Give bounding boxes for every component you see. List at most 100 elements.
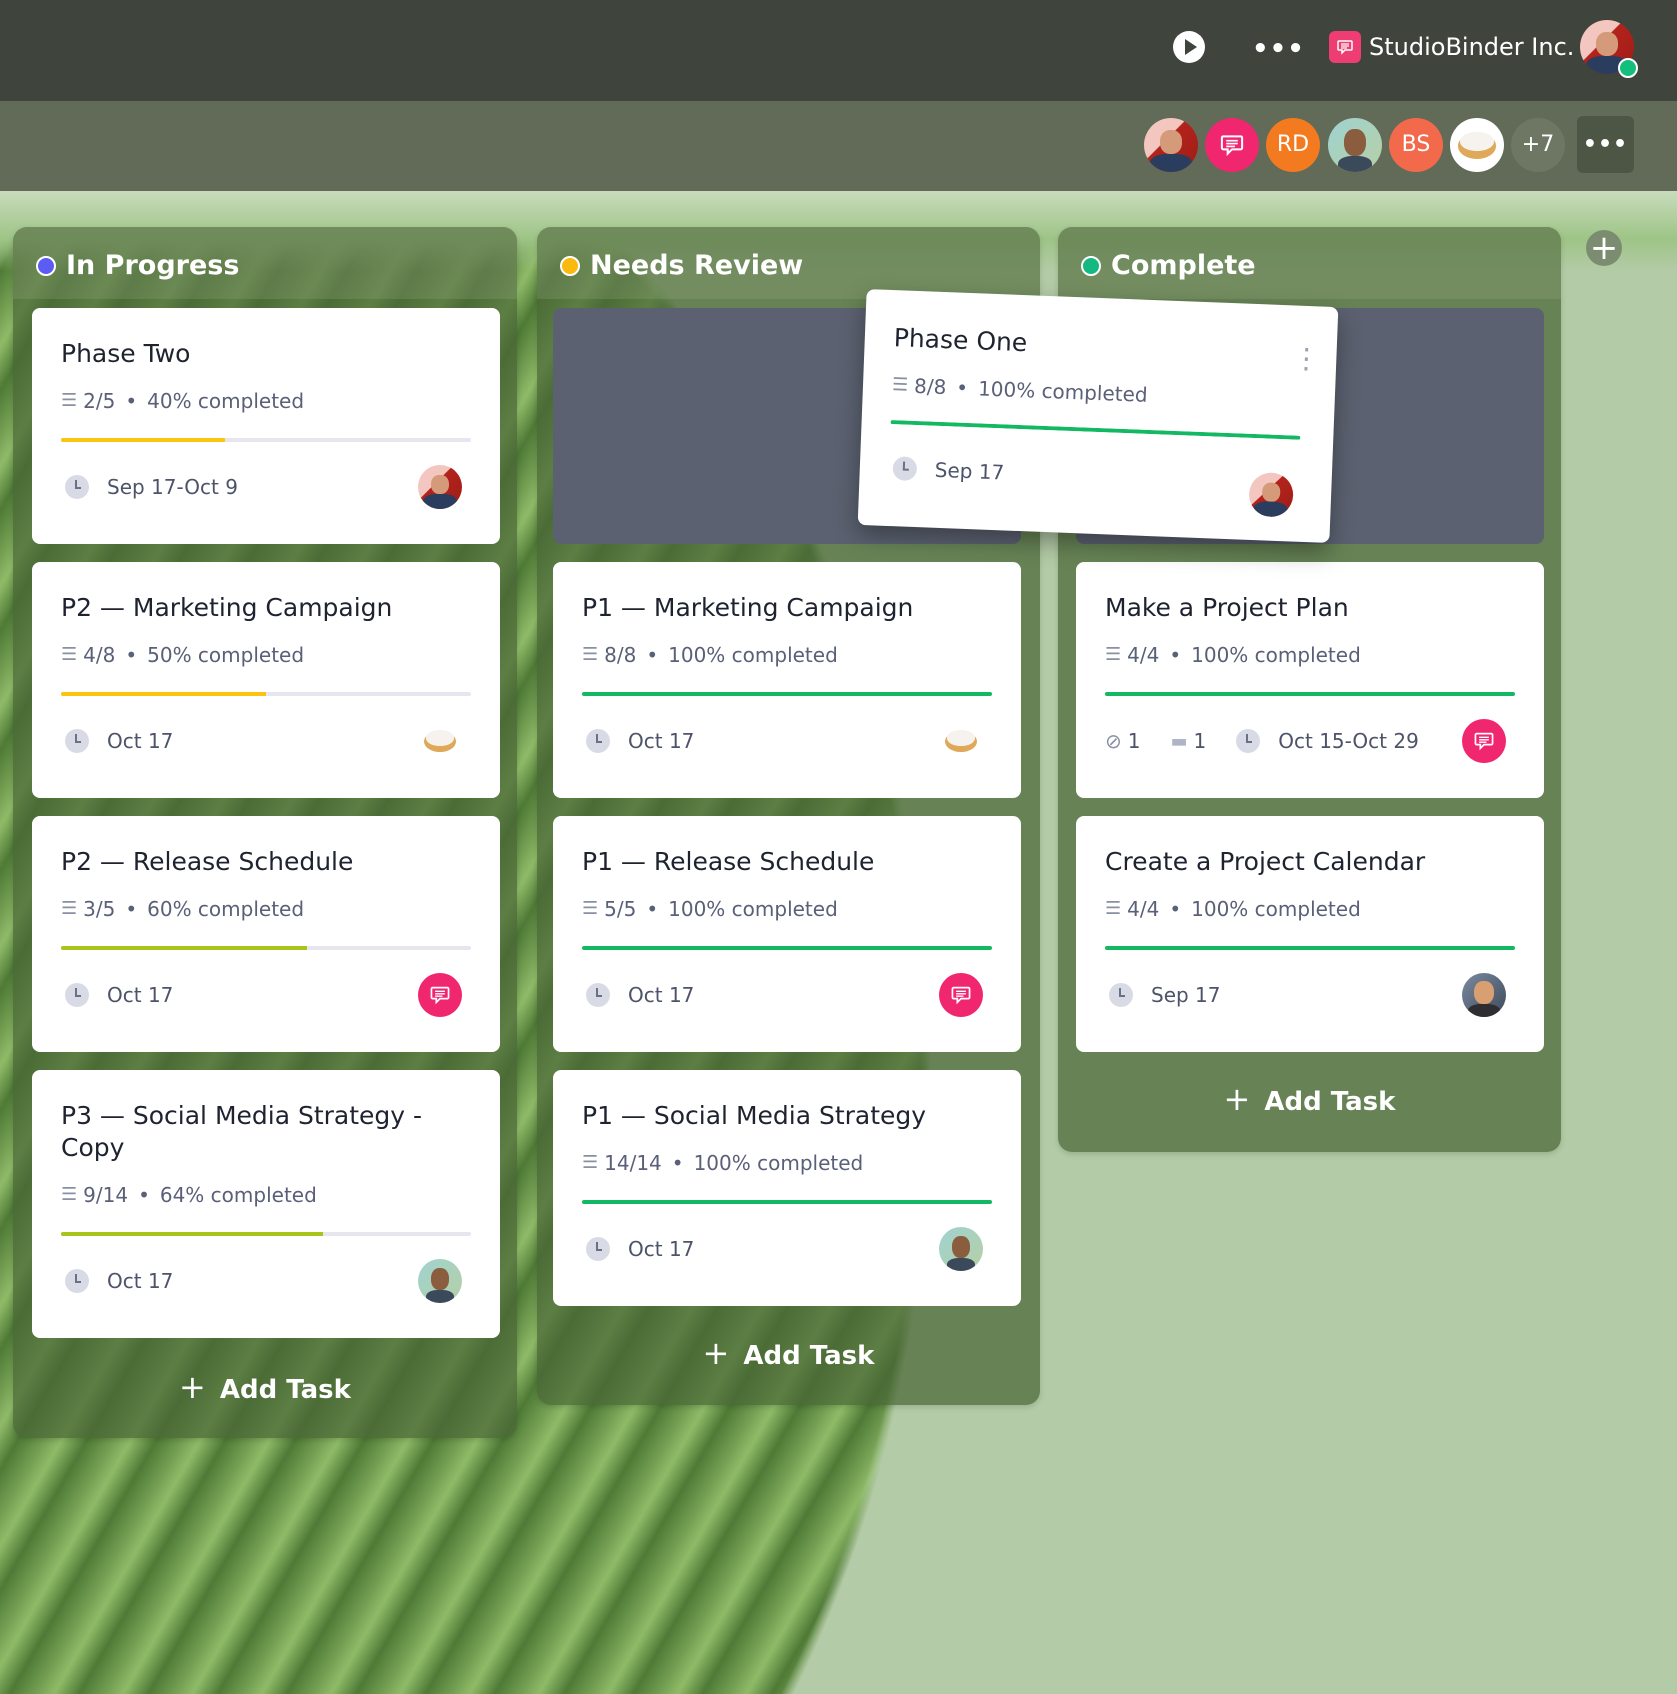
collaborators-more-button[interactable]: ••• (1577, 116, 1634, 173)
collaborator-avatar[interactable] (1144, 118, 1198, 172)
checklist-count: 2/5 (83, 389, 116, 413)
chat-bubble-icon (1337, 40, 1353, 55)
task-footer: Oct 17 (61, 1259, 471, 1303)
clock-icon (65, 1269, 89, 1293)
due-date: Oct 17 (107, 1269, 174, 1293)
checklist-count: 3/5 (83, 897, 116, 921)
clock-icon (1236, 729, 1261, 753)
due-date: Oct 17 (628, 1237, 695, 1261)
checklist-count: 4/4 (1127, 897, 1160, 921)
column-header[interactable]: Complete (1058, 227, 1561, 299)
task-footer: Oct 17 (582, 1227, 992, 1271)
plus-icon: + (179, 1368, 206, 1406)
more-menu-button[interactable]: ••• (1252, 36, 1305, 62)
task-progress-summary: ☰ 3/5 • 60% completed (61, 896, 304, 922)
top-bar: ••• StudioBinder Inc. (0, 0, 1677, 101)
progress-fill (61, 438, 225, 442)
paperclip-icon: ⊘ (1105, 729, 1122, 753)
task-title: P1 — Social Media Strategy (582, 1101, 927, 1130)
play-circle-icon[interactable] (1173, 31, 1205, 63)
add-task-button[interactable]: + Add Task (537, 1336, 1040, 1373)
assignee-avatar[interactable] (418, 465, 462, 509)
task-card[interactable]: P1 — Release Schedule ☰ 5/5 • 100% compl… (553, 816, 1021, 1052)
progress-fill (582, 946, 992, 950)
assignee-avatar[interactable] (418, 973, 462, 1017)
due-date: Oct 17 (107, 983, 174, 1007)
comment-count: 1 (1193, 729, 1207, 753)
checklist-icon: ☰ (61, 644, 78, 665)
checklist-count: 14/14 (604, 1151, 662, 1175)
checklist-count: 4/8 (83, 643, 116, 667)
task-card[interactable]: P1 — Marketing Campaign ☰ 8/8 • 100% com… (553, 562, 1021, 798)
assignee-avatar[interactable] (1462, 973, 1506, 1017)
due-date: Sep 17-Oct 9 (107, 475, 238, 499)
due-date: Oct 17 (628, 729, 695, 753)
collaborator-avatar[interactable]: BS (1389, 118, 1443, 172)
due-date: Sep 17 (1151, 983, 1221, 1007)
task-title: P2 — Marketing Campaign (61, 593, 393, 622)
column-header[interactable]: In Progress (13, 227, 517, 299)
task-footer: Oct 17 (61, 973, 471, 1017)
add-task-label: Add Task (743, 1341, 875, 1371)
separator: • (955, 375, 969, 400)
task-progress-summary: ☰ 8/8 • 100% completed (892, 372, 1149, 408)
task-footer: ⊘ 1 ▬ 1 Oct 15-Oct 29 (1105, 719, 1515, 763)
collaborator-avatar[interactable] (1328, 118, 1382, 172)
progress-fill (1105, 946, 1515, 950)
kebab-menu-icon[interactable]: ⋮ (1292, 341, 1321, 375)
checklist-icon: ☰ (61, 1184, 78, 1205)
progress-bar (1105, 692, 1515, 696)
assignee-avatar[interactable] (939, 973, 983, 1017)
assignee-avatar[interactable] (939, 719, 983, 763)
checklist-icon: ☰ (582, 1152, 599, 1173)
separator: • (1169, 897, 1182, 921)
task-card[interactable]: Phase Two ☰ 2/5 • 40% completed Sep 17-O… (32, 308, 500, 544)
task-footer: Sep 17 (888, 446, 1303, 506)
add-column-button[interactable]: + (1586, 230, 1622, 266)
collaborator-avatar[interactable]: RD (1266, 118, 1320, 172)
column-header[interactable]: Needs Review (537, 227, 1040, 299)
assignee-avatar[interactable] (1248, 471, 1294, 518)
add-task-button[interactable]: + Add Task (13, 1370, 517, 1407)
task-card[interactable]: Create a Project Calendar ☰ 4/4 • 100% c… (1076, 816, 1544, 1052)
progress-bar (1105, 946, 1515, 950)
collaborators-overflow-count[interactable]: +7 (1511, 118, 1565, 172)
task-title: P2 — Release Schedule (61, 847, 354, 876)
task-card[interactable]: P3 — Social Media Strategy - Copy ☰ 9/14… (32, 1070, 500, 1338)
task-card[interactable]: Make a Project Plan ☰ 4/4 • 100% complet… (1076, 562, 1544, 798)
due-date: Sep 17 (934, 457, 1005, 485)
assignee-avatar[interactable] (418, 719, 462, 763)
collaborator-avatar[interactable] (1205, 118, 1259, 172)
task-footer: Oct 17 (61, 719, 471, 763)
task-progress-summary: ☰ 8/8 • 100% completed (582, 642, 838, 668)
separator: • (671, 1151, 684, 1175)
percent-completed: 100% completed (1191, 897, 1361, 921)
add-task-label: Add Task (219, 1375, 351, 1405)
task-title: P1 — Marketing Campaign (582, 593, 914, 622)
checklist-count: 5/5 (604, 897, 637, 921)
task-card[interactable]: P2 — Release Schedule ☰ 3/5 • 60% comple… (32, 816, 500, 1052)
separator: • (646, 897, 659, 921)
plus-icon: + (1223, 1080, 1251, 1118)
org-logo[interactable] (1329, 31, 1361, 63)
task-card[interactable]: P1 — Social Media Strategy ☰ 14/14 • 100… (553, 1070, 1021, 1306)
add-task-button[interactable]: + Add Task (1058, 1082, 1561, 1119)
progress-fill (61, 1232, 324, 1236)
status-dot (560, 256, 580, 276)
percent-completed: 64% completed (159, 1183, 317, 1207)
assignee-avatar[interactable] (939, 1227, 983, 1271)
task-card[interactable]: P2 — Marketing Campaign ☰ 4/8 • 50% comp… (32, 562, 500, 798)
separator: • (646, 643, 659, 667)
separator: • (1169, 643, 1182, 667)
clock-icon (65, 729, 89, 753)
collaborator-avatar[interactable] (1450, 118, 1504, 172)
dragging-task-card[interactable]: Phase One ⋮ ☰ 8/8 • 100% completed Sep 1… (857, 289, 1339, 543)
checklist-count: 8/8 (604, 643, 637, 667)
plus-icon: + (702, 1334, 730, 1372)
assignee-avatar[interactable] (418, 1259, 462, 1303)
status-dot (36, 256, 56, 276)
assignee-avatar[interactable] (1462, 719, 1506, 763)
org-name[interactable]: StudioBinder Inc. (1369, 31, 1574, 63)
progress-fill (582, 692, 992, 696)
column-title: In Progress (66, 250, 240, 281)
